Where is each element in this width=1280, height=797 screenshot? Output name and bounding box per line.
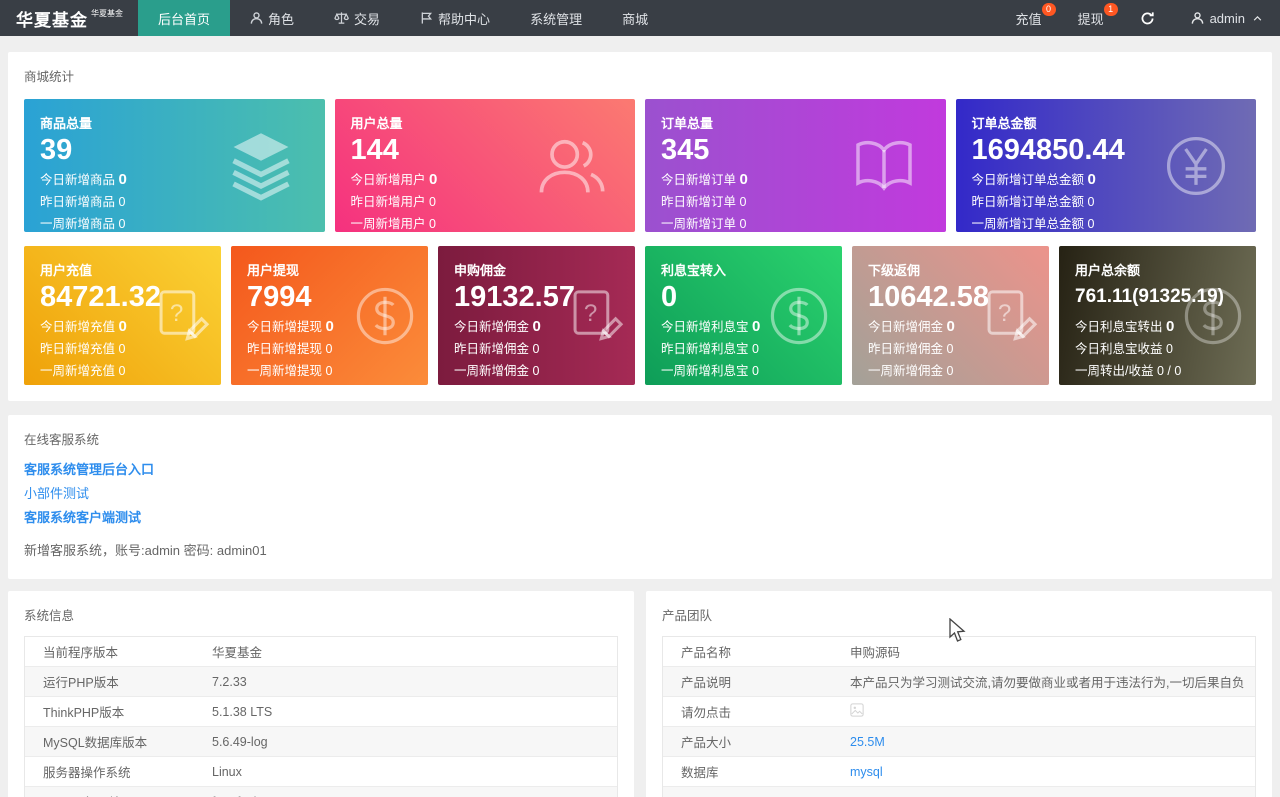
card-title: 申购佣金 [454,263,507,278]
stat-card-interest-in: 利息宝转入 0 今日新增利息宝 0 昨日新增利息宝 0 一周新增利息宝 0 [645,246,842,385]
system-info-table: 当前程序版本 华夏基金 运行PHP版本 7.2.33 ThinkPHP版本 5.1.3… [24,636,618,797]
table-row: 请勿点击 [663,697,1255,727]
users-icon [539,139,605,193]
recharge-button[interactable]: 充值 0 [998,0,1060,36]
menu-item-system[interactable]: 系统管理 [510,0,602,36]
stats-row-1: 商品总量 39 今日新增商品 0 昨日新增商品 0 一周新增商品 0 用户总量 … [8,99,1272,232]
table-row: 产品名称 申购源码 [663,637,1255,667]
stat-card-products: 商品总量 39 今日新增商品 0 昨日新增商品 0 一周新增商品 0 [24,99,325,232]
svg-text:?: ? [584,300,597,327]
menu-item-help[interactable]: 帮助中心 [400,0,510,36]
card-title: 下级返佣 [868,263,921,278]
table-row: 运行PHP版本 7.2.33 [25,667,617,697]
withdraw-button[interactable]: 提现 1 [1060,0,1122,36]
menu-item-label: 帮助中心 [438,11,491,27]
section-title-sysinfo: 系统信息 [24,609,75,623]
navbar-right: 充值 0 提现 1 admin [998,0,1280,36]
dollar-circle-icon [770,287,828,344]
menu-item-trade[interactable]: 交易 [314,0,400,36]
main-menu: 后台首页 角色 交易 帮助中心 系统管理 商城 [138,0,668,36]
stat-card-sub-rebate: 下级返佣 10642.58 今日新增佣金 0 昨日新增佣金 0 一周新增佣金 0… [852,246,1049,385]
product-team-panel: 产品团队 产品名称 申购源码 产品说明 本产品只为学习测试交流,请勿要做商业或者用于… [646,591,1272,797]
cs-admin-entry-link[interactable]: 客服系统管理后台入口 [24,460,1256,479]
stat-card-total-balance: 用户总余额 761.11(91325.19) 今日利息宝转出 0 今日利息宝收益… [1059,246,1256,385]
person-icon [1191,12,1203,24]
stat-card-orders: 订单总量 345 今日新增订单 0 昨日新增订单 0 一周新增订单 0 [645,99,946,232]
stat-card-users: 用户总量 144 今日新增用户 0 昨日新增用户 0 一周新增用户 0 [334,99,635,232]
cs-account-note: 新增客服系统，账号:admin 密码: admin01 [24,543,267,558]
card-title: 订单总金额 [971,116,1037,131]
top-navbar: 华夏基金 华夏基金 后台首页 角色 交易 帮助中心 系统管理 商城 充值 0 提… [0,0,1280,36]
database-link[interactable]: mysql [848,765,883,779]
cs-links: 客服系统管理后台入口 小部件测试 客服系统客户端测试 [8,448,1272,527]
brand-logo[interactable]: 华夏基金 华夏基金 [0,0,138,36]
menu-item-label: 交易 [354,11,381,27]
layers-icon [231,132,290,201]
withdraw-label: 提现 [1077,11,1104,27]
open-book-icon [855,140,912,191]
person-icon [250,12,263,24]
table-row: ThinkPHP版本 5.1.38 LTS [25,697,617,727]
table-row: 版本20100106 [663,787,1255,797]
menu-item-label: 商城 [622,11,649,27]
stat-card-order-amount: 订单总金额 1694850.44 今日新增订单总金额 0 昨日新增订单总金额 0… [955,99,1256,232]
system-info-panel: 系统信息 当前程序版本 华夏基金 运行PHP版本 7.2.33 ThinkPHP版本… [8,591,634,797]
customer-service-panel: 在线客服系统 客服系统管理后台入口 小部件测试 客服系统客户端测试 新增客服系统… [8,415,1272,579]
yen-circle-icon [1166,136,1226,195]
chevron-up-icon [1253,15,1262,21]
table-row: WEB运行环境fpm-fcgi [25,787,617,797]
card-title: 利息宝转入 [661,263,727,278]
brand-text: 华夏基金 [16,10,88,30]
refresh-icon [1141,11,1154,24]
product-team-table: 产品名称 申购源码 产品说明 本产品只为学习测试交流,请勿要做商业或者用于违法行为,… [662,636,1256,797]
recharge-label: 充值 [1015,11,1042,27]
menu-item-label: 系统管理 [530,11,583,27]
withdraw-badge: 1 [1103,3,1118,16]
survey-doc-icon: ? [987,289,1038,341]
section-title-cs: 在线客服系统 [24,433,100,447]
table-row: 服务器操作系统 Linux [25,757,617,787]
dollar-circle-icon [356,287,414,344]
table-row: 当前程序版本 华夏基金 [25,637,617,667]
recharge-badge: 0 [1041,3,1056,16]
refresh-button[interactable] [1122,0,1173,36]
menu-item-label: 后台首页 [158,11,211,27]
menu-item-label: 角色 [268,11,295,27]
card-title: 用户总余额 [1075,263,1141,278]
svg-text:?: ? [170,300,183,327]
flag-icon [421,12,433,24]
username-label: admin [1209,10,1245,26]
menu-item-roles[interactable]: 角色 [230,0,314,36]
user-dropdown[interactable]: admin [1173,0,1280,36]
menu-item-mall[interactable]: 商城 [602,0,668,36]
table-row: MySQL数据库版本 5.6.49-log [25,727,617,757]
stats-row-2: 用户充值 84721.32 今日新增充值 0 昨日新增充值 0 一周新增充值 0… [8,246,1272,385]
cs-client-test-link[interactable]: 客服系统客户端测试 [24,508,1256,527]
survey-doc-icon: ? [573,289,624,341]
card-title: 用户提现 [247,263,300,278]
stat-card-withdraw: 用户提现 7994 今日新增提现 0 昨日新增提现 0 一周新增提现 0 [231,246,428,385]
section-title-stats: 商城统计 [24,70,75,84]
card-title: 用户充值 [40,263,93,278]
stat-card-commission: 申购佣金 19132.57 今日新增佣金 0 昨日新增佣金 0 一周新增佣金 0… [438,246,635,385]
scales-icon [334,12,349,24]
stat-card-recharge: 用户充值 84721.32 今日新增充值 0 昨日新增充值 0 一周新增充值 0… [24,246,221,385]
table-row: 产品说明 本产品只为学习测试交流,请勿要做商业或者用于违法行为,一切后果自负 [663,667,1255,697]
survey-doc-icon: ? [159,289,210,341]
bottom-section: 系统信息 当前程序版本 华夏基金 运行PHP版本 7.2.33 ThinkPHP版本… [8,591,1272,797]
section-title-product: 产品团队 [662,609,713,623]
broken-image-icon[interactable] [848,703,864,720]
svg-text:?: ? [998,300,1011,327]
product-size-link[interactable]: 25.5M [848,735,885,749]
menu-item-home[interactable]: 后台首页 [138,0,231,36]
mall-stats-panel: 商城统计 商品总量 39 今日新增商品 0 昨日新增商品 0 一周新增商品 0 … [8,52,1272,401]
cs-widget-test-link[interactable]: 小部件测试 [24,484,1256,503]
dollar-circle-icon [1184,287,1242,344]
table-row: 数据库 mysql [663,757,1255,787]
table-row: 产品大小 25.5M [663,727,1255,757]
brand-sup-text: 华夏基金 [91,8,123,18]
